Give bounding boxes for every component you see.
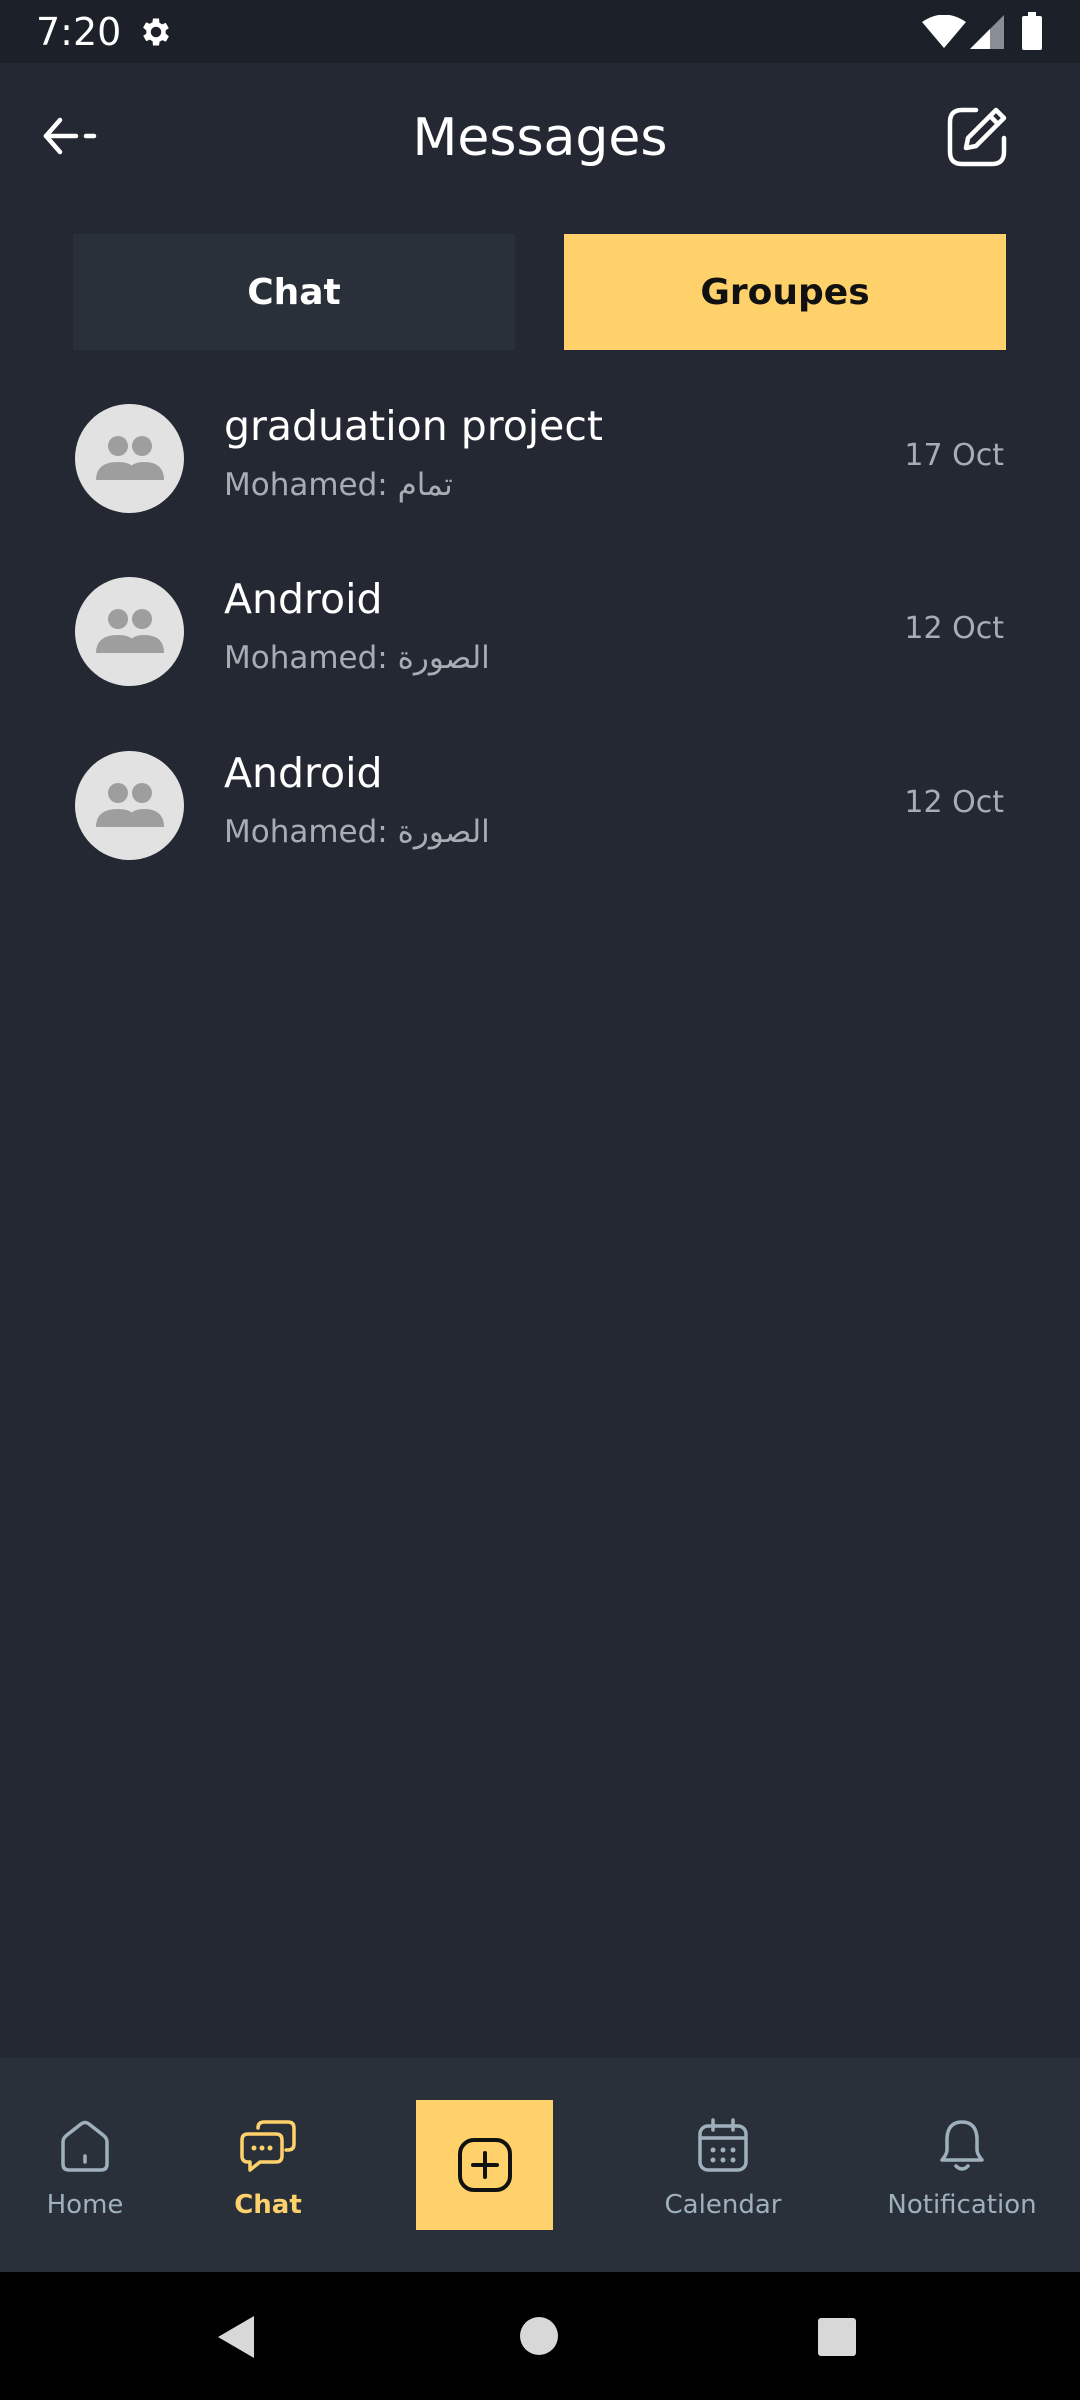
list-item[interactable]: Android Mohamed: الصورة 12 Oct <box>0 727 1080 887</box>
message-date: 17 Oct <box>904 438 1004 473</box>
message-date: 12 Oct <box>904 611 1004 646</box>
nav-calendar-label: Calendar <box>664 2190 782 2220</box>
system-home-button[interactable] <box>520 2317 558 2355</box>
add-button[interactable] <box>416 2100 553 2230</box>
chat-icon <box>240 2120 296 2172</box>
group-name: graduation project <box>224 402 604 450</box>
nav-notification[interactable]: Notification <box>880 2058 1044 2272</box>
message-date: 12 Oct <box>904 785 1004 820</box>
plus-square-icon <box>457 2138 512 2192</box>
system-back-button[interactable] <box>214 2314 260 2360</box>
nav-calendar[interactable]: Calendar <box>652 2058 794 2272</box>
nav-chat-label: Chat <box>234 2190 302 2220</box>
home-icon <box>61 2120 109 2172</box>
nav-home[interactable]: Home <box>25 2058 145 2272</box>
calendar-icon <box>698 2118 748 2172</box>
last-message: Mohamed: تمام <box>224 467 453 503</box>
list-item[interactable]: Android Mohamed: الصورة 12 Oct <box>0 553 1080 713</box>
page-title: Messages <box>412 108 668 168</box>
avatar <box>75 404 184 513</box>
edit-icon <box>947 107 1007 167</box>
avatar <box>75 751 184 860</box>
status-bar: 7:20 <box>0 0 1080 63</box>
group-icon <box>95 435 164 480</box>
group-name: Android <box>224 749 383 797</box>
group-icon <box>95 782 164 827</box>
nav-home-label: Home <box>46 2190 124 2220</box>
system-nav-bar <box>0 2272 1080 2400</box>
nav-notification-label: Notification <box>887 2190 1037 2220</box>
tab-groupes[interactable]: Groupes <box>564 234 1006 350</box>
gear-icon <box>143 18 169 46</box>
list-item[interactable]: graduation project Mohamed: تمام 17 Oct <box>0 380 1080 540</box>
battery-icon <box>1022 12 1042 50</box>
wifi-icon <box>922 15 966 48</box>
last-message: Mohamed: الصورة <box>224 640 490 676</box>
avatar <box>75 577 184 686</box>
signal-icon <box>970 15 1004 49</box>
last-message: Mohamed: الصورة <box>224 814 490 850</box>
bell-icon <box>940 2120 984 2171</box>
status-time: 7:20 <box>36 10 122 54</box>
compose-button[interactable] <box>944 104 1010 170</box>
nav-chat[interactable]: Chat <box>208 2058 328 2272</box>
bottom-nav: Home Chat Calendar Notification <box>0 2058 1080 2272</box>
group-name: Android <box>224 575 383 623</box>
system-recents-button[interactable] <box>818 2318 856 2356</box>
tab-chat[interactable]: Chat <box>73 234 515 350</box>
group-icon <box>95 608 164 653</box>
